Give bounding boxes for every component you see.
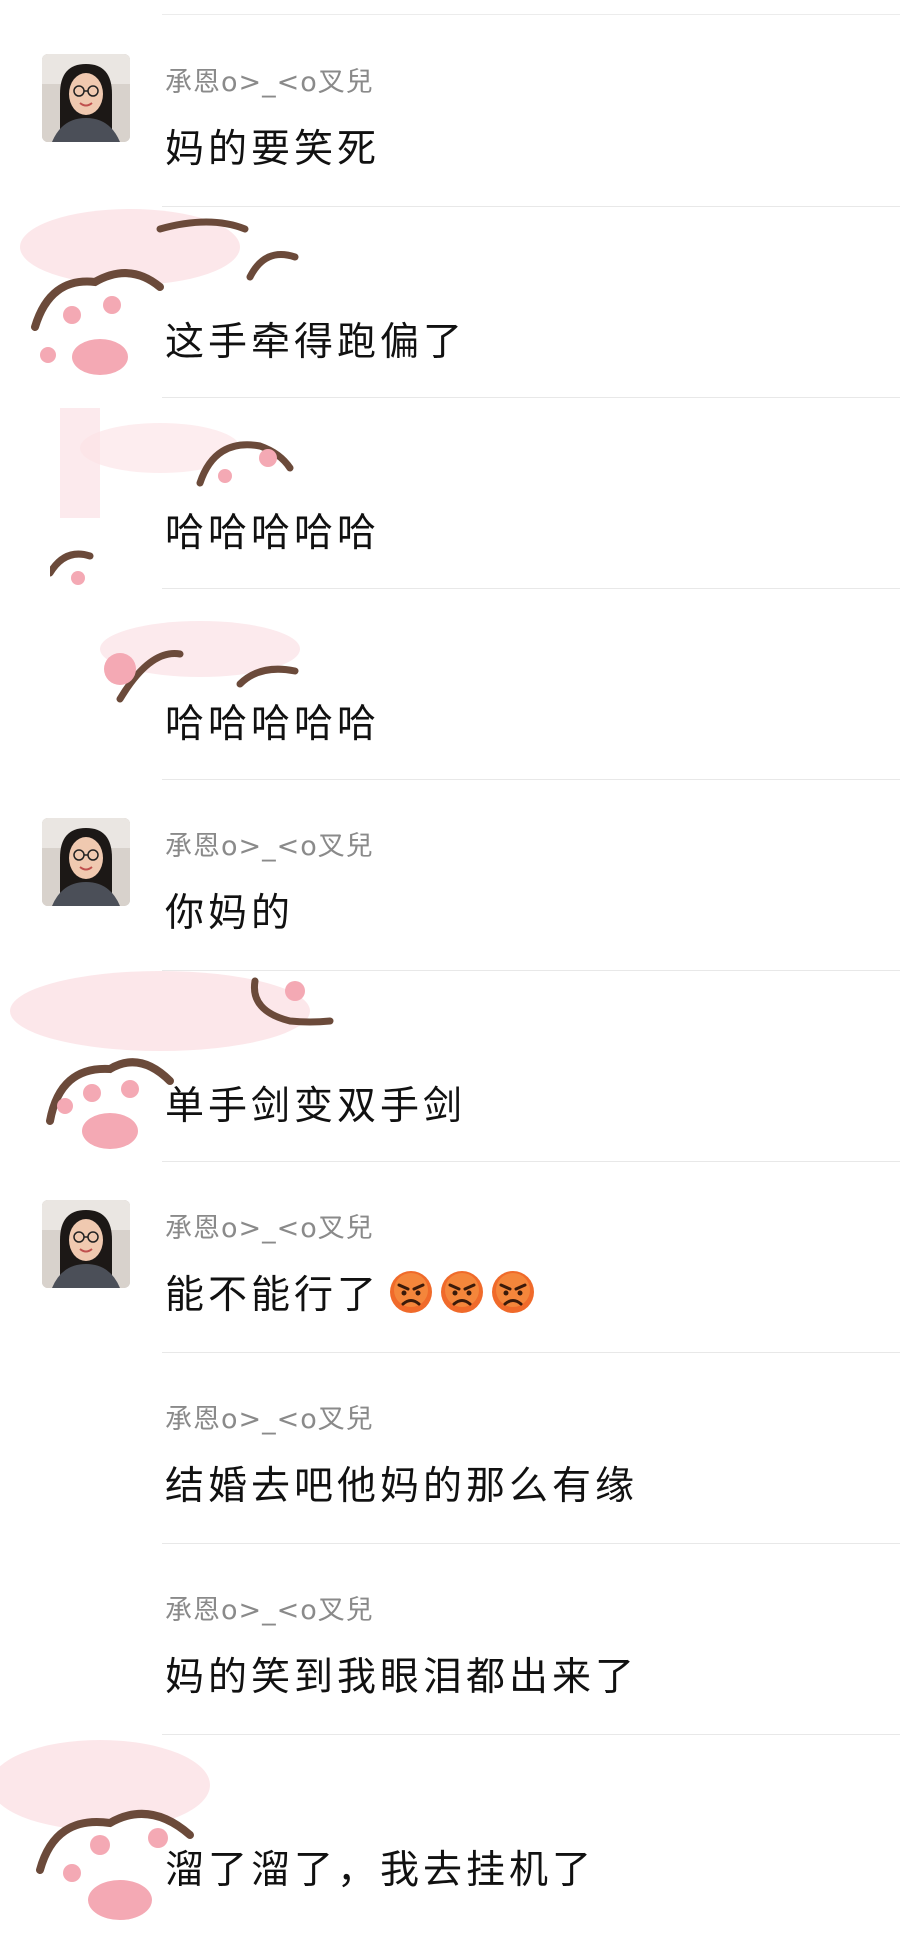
chat-message[interactable]: 哈哈哈哈哈 bbox=[0, 398, 900, 589]
message-text: 能不能行了 bbox=[165, 1273, 381, 1318]
message-text: 妈的要笑死 bbox=[165, 127, 381, 172]
top-divider bbox=[162, 14, 900, 15]
chat-message[interactable]: 溜了溜了，我去挂机了 bbox=[0, 1735, 900, 1951]
cat-paw-sticker bbox=[50, 408, 294, 585]
chat-message[interactable]: 承恩o>_<o叉兒 妈的笑到我眼泪都出来了 bbox=[0, 1544, 900, 1735]
message-text: 溜了溜了，我去挂机了 bbox=[165, 1848, 596, 1893]
message-text: 你妈的 bbox=[165, 891, 295, 936]
sender-name: 承恩o>_<o叉兒 bbox=[165, 1595, 374, 1626]
chat-message[interactable]: 这手牵得跑偏了 bbox=[0, 207, 900, 398]
chat-message[interactable]: 承恩o>_<o叉兒 结婚去吧他妈的那么有缘 bbox=[0, 1353, 900, 1544]
message-text: 这手牵得跑偏了 bbox=[165, 320, 467, 365]
cat-paw-sticker bbox=[20, 209, 299, 375]
avatar[interactable] bbox=[42, 818, 130, 906]
sender-name: 承恩o>_<o叉兒 bbox=[165, 1404, 374, 1435]
message-text: 单手剑变双手剑 bbox=[165, 1084, 467, 1129]
angry-face-icon bbox=[441, 1271, 484, 1313]
angry-face-icon bbox=[390, 1271, 433, 1313]
message-text: 结婚去吧他妈的那么有缘 bbox=[165, 1464, 639, 1509]
chat-message[interactable]: 单手剑变双手剑 bbox=[0, 971, 900, 1162]
cat-paw-sticker bbox=[10, 971, 334, 1149]
sender-name: 承恩o>_<o叉兒 bbox=[165, 1213, 374, 1244]
angry-face-icon bbox=[492, 1271, 535, 1313]
avatar[interactable] bbox=[42, 54, 130, 142]
message-text-row: 能不能行了 bbox=[165, 1264, 536, 1320]
chat-message[interactable]: 哈哈哈哈哈 bbox=[0, 589, 900, 780]
avatar[interactable] bbox=[42, 1200, 130, 1288]
chat-message[interactable]: 承恩o>_<o叉兒 妈的要笑死 bbox=[0, 16, 900, 207]
message-text: 哈哈哈哈哈 bbox=[165, 702, 381, 747]
chat-message[interactable]: 承恩o>_<o叉兒 你妈的 bbox=[0, 780, 900, 971]
message-text: 哈哈哈哈哈 bbox=[165, 511, 381, 556]
sender-name: 承恩o>_<o叉兒 bbox=[165, 67, 374, 98]
sender-name: 承恩o>_<o叉兒 bbox=[165, 831, 374, 862]
chat-message[interactable]: 承恩o>_<o叉兒 能不能行了 bbox=[0, 1162, 900, 1353]
message-text: 妈的笑到我眼泪都出来了 bbox=[165, 1655, 639, 1700]
